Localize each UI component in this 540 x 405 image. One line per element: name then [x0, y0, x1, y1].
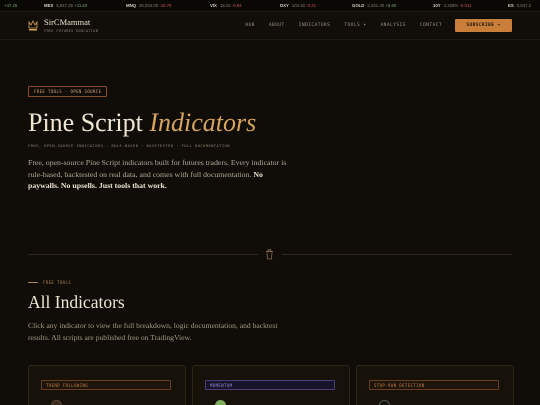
card-icon	[51, 400, 62, 405]
nav-link-about[interactable]: ABOUT	[269, 23, 285, 28]
indicator-card-momentum[interactable]: MOMENTUM	[192, 365, 350, 405]
card-category-label: TREND FOLLOWING	[41, 380, 171, 390]
top-navigation: SirCMammat FREE FUTURES EDUCATION HUB AB…	[0, 12, 540, 40]
market-ticker: +47.25 MES 5,647.25 +11.50 MNQ 20,034.00 -…	[0, 0, 540, 12]
hero-subtitle: FREE, OPEN-SOURCE INDICATORS · RULE-BASE…	[28, 143, 230, 148]
card-category-label: MOMENTUM	[205, 380, 335, 390]
ticker-item: ES 5,647.2	[508, 3, 532, 8]
divider-left	[28, 254, 258, 255]
ticker-item: +47.25	[4, 3, 18, 8]
indicators-section: FREE TOOLS All Indicators Click any indi…	[28, 280, 328, 343]
card-icon	[379, 400, 390, 405]
section-title: All Indicators	[28, 292, 125, 312]
nav-links: HUB ABOUT INDICATORS TOOLS ▾ ANALYSIS CO…	[245, 12, 442, 39]
nav-link-analysis[interactable]: ANALYSIS	[381, 23, 406, 28]
brand-tagline: FREE FUTURES EDUCATION	[44, 29, 99, 33]
card-category-label: STOP-RUN DETECTION	[369, 380, 499, 390]
subscribe-button[interactable]: SUBSCRIBE →	[455, 19, 512, 32]
ticker-item: MES 5,647.25 +11.50	[44, 3, 88, 8]
hero-badge: FREE TOOLS · OPEN SOURCE	[28, 86, 108, 97]
ticker-item: 10Y 4.328% -0.011	[433, 3, 472, 8]
divider-right	[282, 254, 512, 255]
section-eyebrow: FREE TOOLS	[28, 280, 328, 285]
section-description: Click any indicator to view the full bre…	[28, 321, 278, 342]
page-title: Pine Script Indicators	[28, 108, 257, 137]
brand-name: SirCMammat	[44, 17, 91, 27]
indicator-card-trend-following[interactable]: TREND FOLLOWING	[28, 365, 186, 405]
ticker-item: DXY 104.32 -0.21	[280, 3, 316, 8]
nav-link-contact[interactable]: CONTACT	[420, 23, 442, 28]
nav-link-hub[interactable]: HUB	[245, 23, 255, 28]
crown-logo-icon[interactable]	[28, 18, 38, 32]
hero-description: Free, open-source Pine Script indicators…	[28, 158, 287, 190]
card-icon	[215, 400, 226, 405]
nav-link-tools-dropdown[interactable]: TOOLS ▾	[344, 23, 366, 28]
brand[interactable]: SirCMammat FREE FUTURES EDUCATION	[44, 17, 99, 34]
nav-link-indicators[interactable]: INDICATORS	[299, 23, 331, 28]
hero-section: FREE TOOLS · OPEN SOURCE Pine Script Ind…	[28, 80, 328, 192]
trash-icon	[266, 249, 273, 260]
ticker-item: VIX 16.24 -0.84	[210, 3, 242, 8]
ticker-item: MNQ 20,034.00 -16.75	[126, 3, 172, 8]
indicator-card-stop-run-detection[interactable]: STOP-RUN DETECTION	[356, 365, 514, 405]
ticker-item: GOLD 2,341.40 +8.60	[352, 3, 397, 8]
